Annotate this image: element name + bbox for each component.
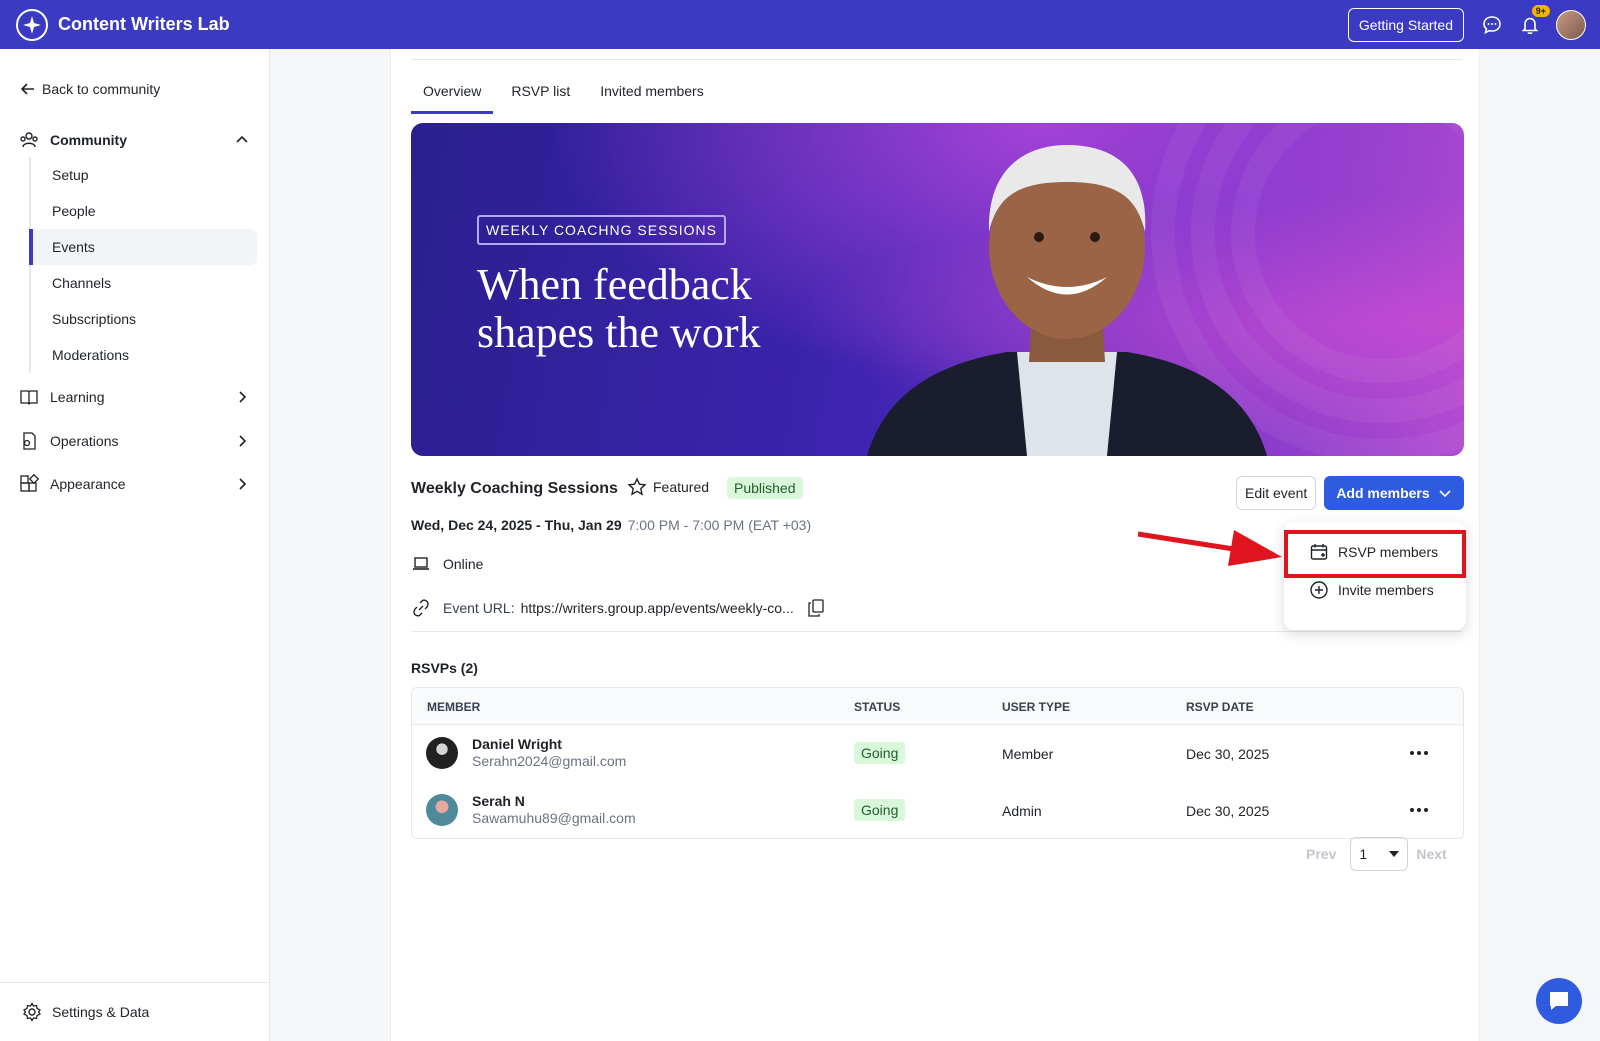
copy-icon[interactable] xyxy=(808,599,824,617)
user-avatar[interactable] xyxy=(1556,9,1586,40)
divider xyxy=(411,631,1462,632)
status-badge: Going xyxy=(854,742,906,764)
event-dates: Wed, Dec 24, 2025 - Thu, Jan 29 7:00 PM -… xyxy=(411,517,812,533)
operations-icon xyxy=(18,430,40,452)
avatar xyxy=(426,793,458,826)
column-member: MEMBER xyxy=(427,700,481,714)
chevron-right-icon xyxy=(239,391,247,403)
red-arrow-annotation xyxy=(1137,530,1282,566)
speaker-photo xyxy=(867,145,1267,456)
event-banner: WEEKLY COACHNG SESSIONS When feedback sh… xyxy=(411,123,1464,456)
sidebar: Back to community Community Setup People… xyxy=(0,49,270,1041)
plus-circle-icon xyxy=(1310,581,1328,599)
tab-overview[interactable]: Overview xyxy=(411,79,494,114)
table-row: Daniel Wright Serahn2024@gmail.com Going… xyxy=(412,725,1463,782)
sidebar-item-people[interactable]: People xyxy=(31,193,257,229)
settings-and-data-link[interactable]: Settings & Data xyxy=(0,982,269,1041)
sidebar-item-events[interactable]: Events xyxy=(29,229,257,265)
column-user-type: USER TYPE xyxy=(1002,700,1071,714)
page-select[interactable]: 1 xyxy=(1350,837,1409,871)
prev-button[interactable]: Prev xyxy=(1306,846,1336,862)
sidebar-item-channels[interactable]: Channels xyxy=(31,265,257,301)
pagination: Prev 1 Next xyxy=(1306,837,1447,871)
top-bar: Content Writers Lab Getting Started 9+ xyxy=(0,0,1600,49)
event-title: Weekly Coaching Sessions xyxy=(411,480,618,497)
star-icon xyxy=(627,477,647,496)
chevron-right-icon xyxy=(239,435,247,447)
sidebar-section-operations[interactable]: Operations xyxy=(18,430,250,452)
table-row: Serah N Sawamuhu89@gmail.com Going Admin… xyxy=(412,782,1463,838)
more-options-icon[interactable] xyxy=(1407,802,1431,818)
chat-icon[interactable] xyxy=(1480,13,1504,37)
divider xyxy=(411,59,1462,60)
laptop-icon xyxy=(411,554,431,574)
chevron-right-icon xyxy=(239,478,247,490)
event-tabs: Overview RSVP list Invited members xyxy=(411,79,722,114)
column-status: STATUS xyxy=(854,700,901,714)
sidebar-section-appearance[interactable]: Appearance xyxy=(18,473,250,495)
status-badge: Published xyxy=(727,477,803,499)
sidebar-item-moderations[interactable]: Moderations xyxy=(31,337,257,373)
more-options-icon[interactable] xyxy=(1407,745,1431,761)
banner-title: When feedback shapes the work xyxy=(477,260,761,357)
status-badge: Going xyxy=(854,799,906,821)
link-icon xyxy=(411,598,431,618)
sparkle-logo-icon xyxy=(16,8,48,41)
edit-event-button[interactable]: Edit event xyxy=(1236,476,1317,510)
menu-item-invite-members[interactable]: Invite members xyxy=(1310,581,1434,599)
bell-icon[interactable]: 9+ xyxy=(1518,4,1550,37)
column-rsvp-date: RSVP DATE xyxy=(1186,700,1254,714)
rsvp-count: RSVPs (2) xyxy=(411,660,478,676)
appearance-icon xyxy=(18,473,40,495)
arrow-left-icon xyxy=(20,83,34,95)
book-icon xyxy=(18,386,40,408)
chevron-down-icon xyxy=(1439,490,1451,498)
sidebar-item-subscriptions[interactable]: Subscriptions xyxy=(31,301,257,337)
banner-tag: WEEKLY COACHNG SESSIONS xyxy=(477,215,726,245)
rsvp-table: MEMBER STATUS USER TYPE RSVP DATE Daniel… xyxy=(411,687,1464,839)
back-to-community-link[interactable]: Back to community xyxy=(20,81,160,97)
tab-rsvp-list[interactable]: RSVP list xyxy=(499,79,582,114)
getting-started-button[interactable]: Getting Started xyxy=(1347,7,1464,42)
brand[interactable]: Content Writers Lab xyxy=(16,8,230,41)
highlight-box xyxy=(1284,530,1466,578)
featured-toggle[interactable]: Featured xyxy=(627,477,709,497)
chat-bubble-icon xyxy=(1550,992,1568,1010)
event-url: Event URL: https://writers.group.app/eve… xyxy=(411,598,824,618)
sidebar-section-community[interactable]: Community xyxy=(18,129,250,151)
table-header: MEMBER STATUS USER TYPE RSVP DATE xyxy=(412,688,1463,725)
add-members-button[interactable]: Add members xyxy=(1324,476,1464,510)
chevron-up-icon xyxy=(236,135,248,143)
gear-icon xyxy=(23,1002,41,1022)
event-location: Online xyxy=(411,554,483,574)
next-button[interactable]: Next xyxy=(1416,846,1446,862)
sidebar-section-learning[interactable]: Learning xyxy=(18,386,250,408)
brand-name: Content Writers Lab xyxy=(58,14,230,34)
avatar xyxy=(426,736,458,769)
caret-down-icon xyxy=(1389,851,1400,857)
notification-badge: 9+ xyxy=(1531,4,1550,17)
community-subnav: Setup People Events Channels Subscriptio… xyxy=(29,157,257,373)
tab-invited-members[interactable]: Invited members xyxy=(588,79,715,114)
sidebar-item-setup[interactable]: Setup xyxy=(31,157,257,193)
chat-launcher-button[interactable] xyxy=(1536,978,1582,1024)
community-icon xyxy=(18,129,40,151)
